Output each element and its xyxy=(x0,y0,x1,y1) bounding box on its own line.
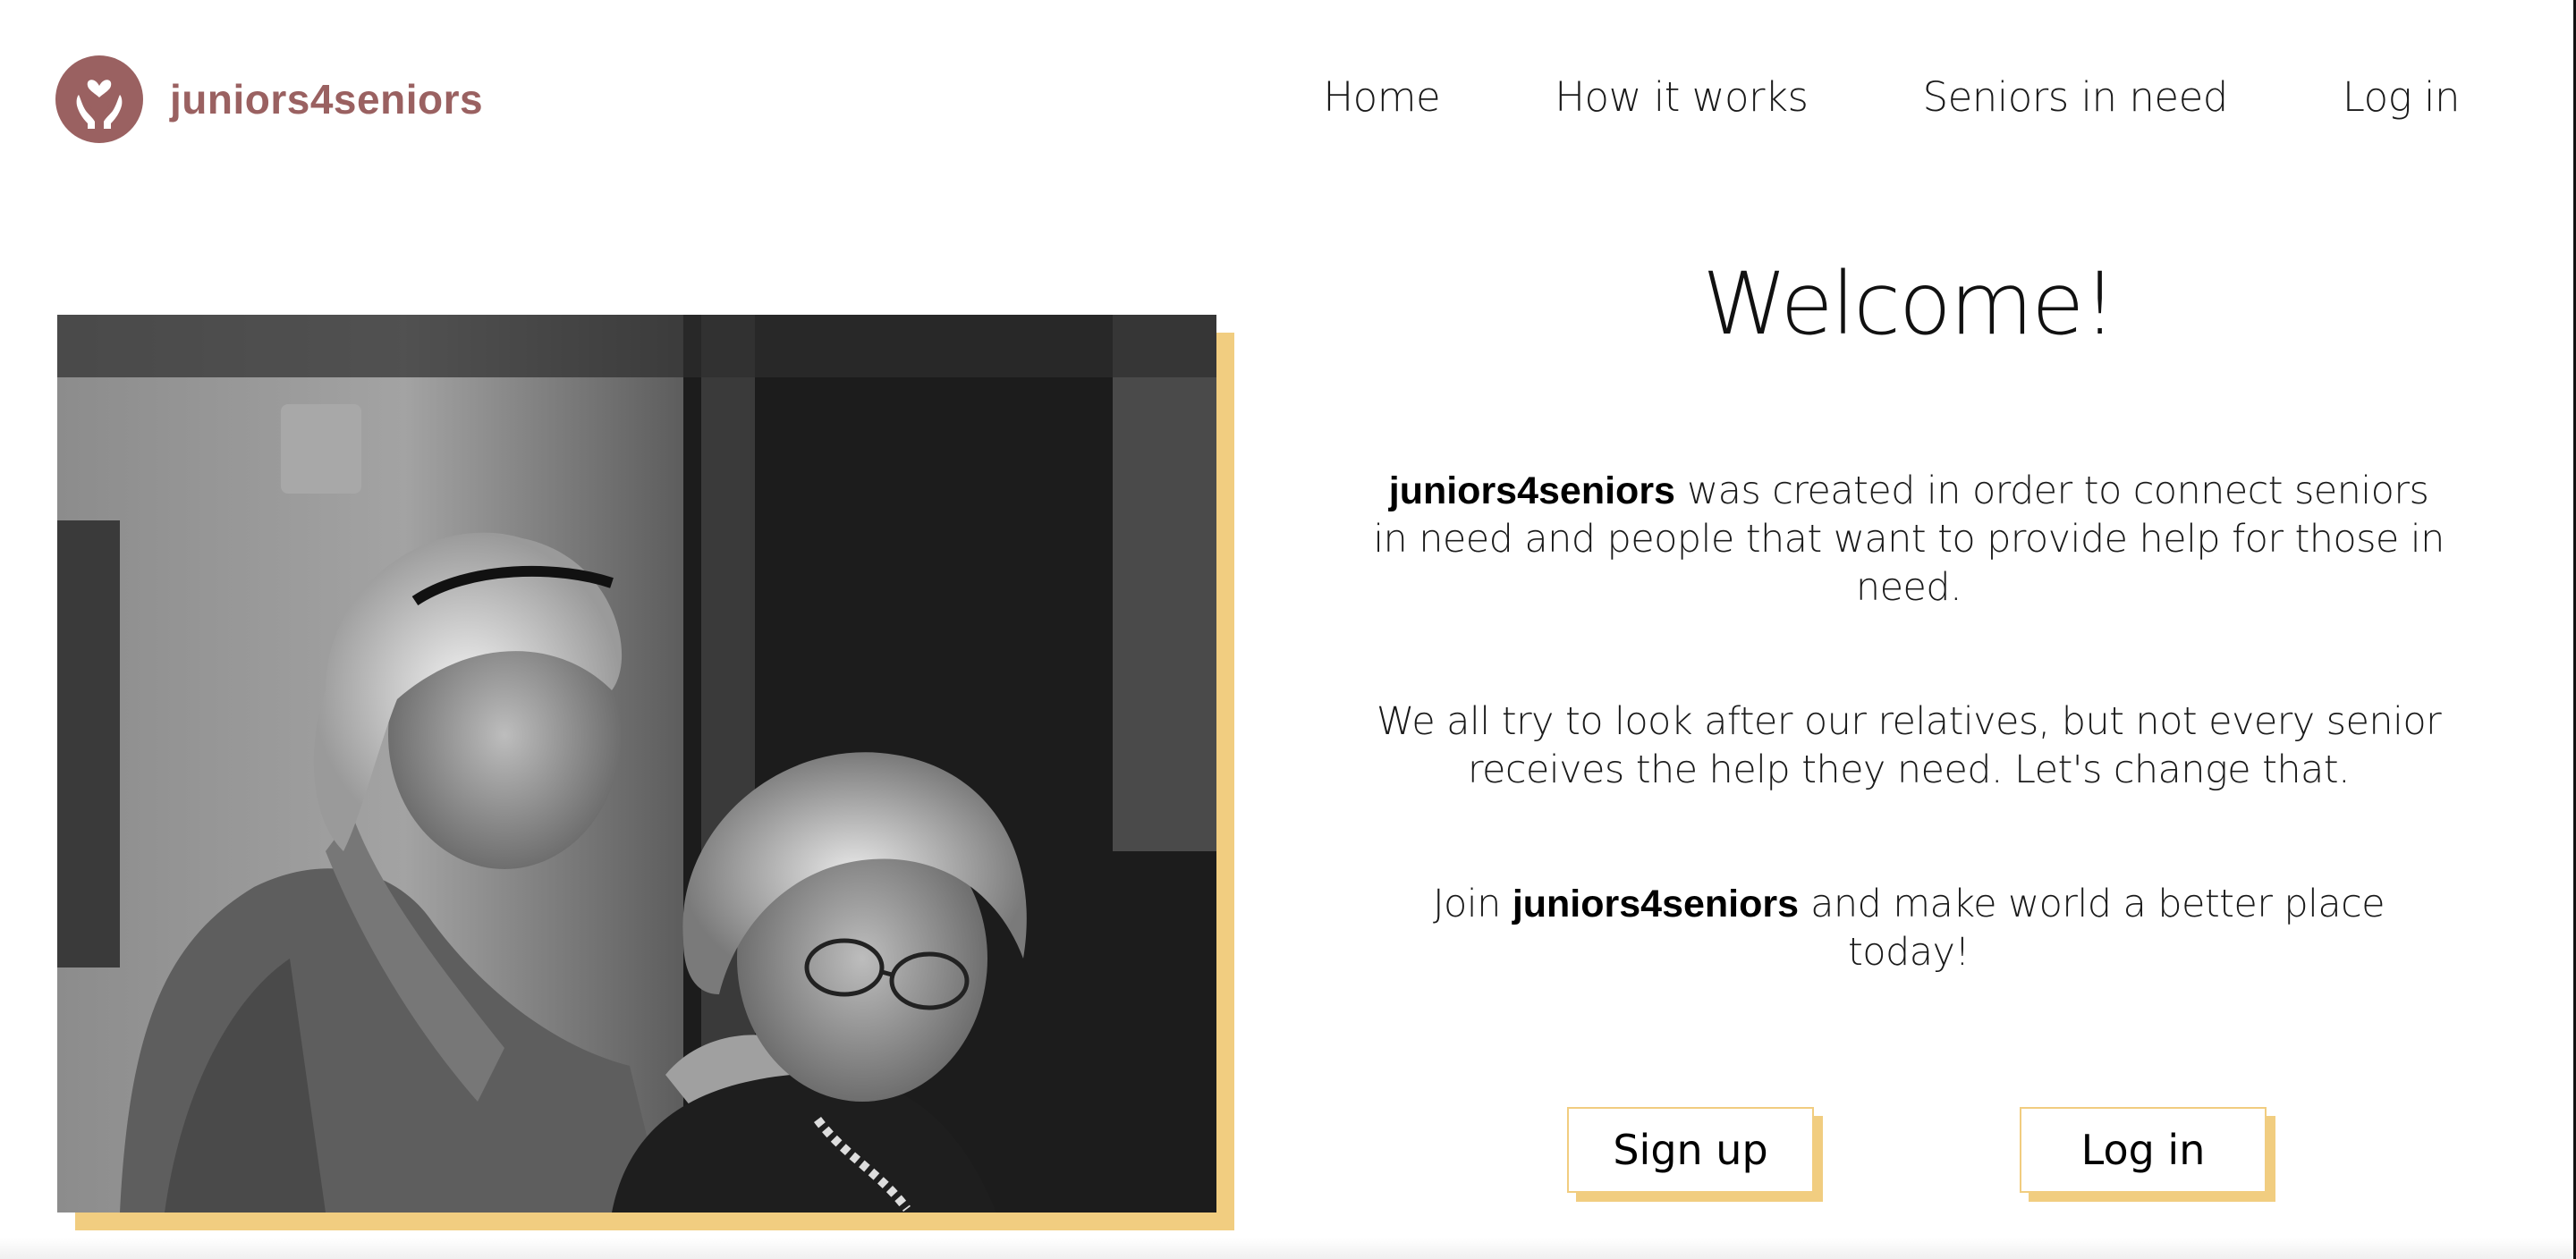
join-pre: Join xyxy=(1432,882,1513,926)
signup-button[interactable]: Sign up xyxy=(1567,1107,1814,1193)
page-title: Welcome! xyxy=(1702,254,2117,354)
main-nav: Home How it works Seniors in need Log in xyxy=(1323,73,2460,121)
welcome-section: Welcome! juniors4seniors was created in … xyxy=(1368,250,2449,975)
nav-how-it-works[interactable]: How it works xyxy=(1555,73,1809,121)
hero-photo-frame xyxy=(57,315,1234,1230)
brand-name: juniors4seniors xyxy=(170,76,484,123)
page: juniors4seniors Home How it works Senior… xyxy=(0,0,2576,1259)
login-button-wrap: Log in xyxy=(2020,1107,2275,1202)
nav-log-in[interactable]: Log in xyxy=(2343,73,2461,121)
intro-paragraph: juniors4seniors was created in order to … xyxy=(1368,467,2449,612)
bottom-fade xyxy=(0,1238,2576,1259)
nav-seniors-in-need[interactable]: Seniors in need xyxy=(1923,73,2229,121)
brand-inline: juniors4seniors xyxy=(1388,469,1675,512)
mission-paragraph: We all try to look after our relatives, … xyxy=(1376,699,2442,792)
join-post: and make world a better place today! xyxy=(1799,882,2385,975)
nav-home[interactable]: Home xyxy=(1323,73,1440,121)
hands-heart-icon xyxy=(55,55,143,143)
join-paragraph: Join juniors4seniors and make world a be… xyxy=(1368,880,2449,976)
signup-button-wrap: Sign up xyxy=(1567,1107,1823,1202)
brand-inline: juniors4seniors xyxy=(1512,883,1800,925)
hero-photo xyxy=(57,315,1216,1213)
login-button[interactable]: Log in xyxy=(2020,1107,2267,1193)
photo-two-elderly-women-icon xyxy=(57,315,1216,1213)
logo-link[interactable]: juniors4seniors xyxy=(55,55,483,143)
